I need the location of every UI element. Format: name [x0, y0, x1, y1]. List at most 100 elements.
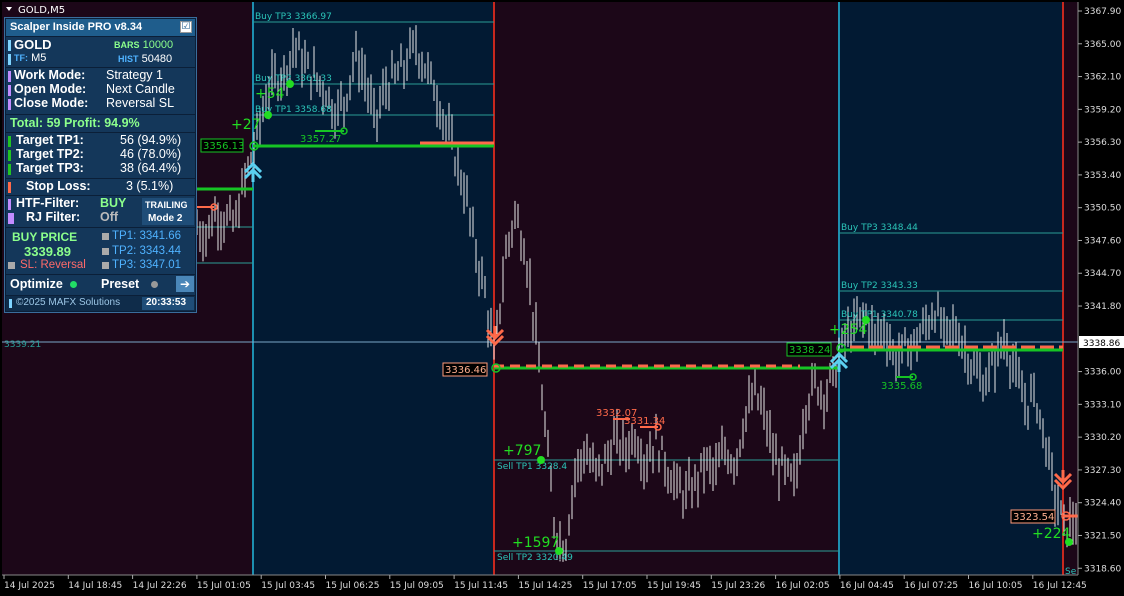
open-mode-label: Open Mode:	[14, 82, 87, 96]
time-tick-label: 15 Jul 03:45	[261, 581, 315, 591]
total-block: Total: 59 Profit: 94.9%	[6, 115, 195, 132]
stop-loss-value: 3 (5.1%)	[126, 179, 174, 193]
tp3-label: Buy TP3 3366.97	[255, 12, 332, 22]
preset-button[interactable]: Preset	[101, 277, 158, 291]
optimize-button[interactable]: Optimize	[10, 277, 78, 291]
price-block: BUY PRICE 3339.89 SL: Reversal TP1: 3341…	[6, 228, 195, 274]
marker	[8, 40, 11, 51]
htf-filter-value[interactable]: BUY	[100, 196, 126, 210]
price-tick-label: 3350.50	[1084, 204, 1121, 214]
preset-dot-icon	[150, 281, 158, 288]
panel-checkbox-icon[interactable]: ☑	[180, 21, 192, 33]
tp3-label: Target TP3:	[16, 161, 84, 175]
tp2-label: Buy TP2 3343.33	[841, 281, 918, 291]
entry-price: 3323.54	[1013, 512, 1054, 523]
panel-title-bar: Scalper Inside PRO v8.34 ☑	[6, 19, 195, 36]
stoploss-block: Stop Loss: 3 (5.1%)	[6, 179, 195, 195]
footer-block: ©2025 MAFX Solutions 20:33:53	[6, 296, 195, 311]
hist-label: HIST	[118, 54, 139, 64]
clock: 20:33:53	[146, 297, 187, 308]
mode-block: Work Mode: Strategy 1 Open Mode: Next Ca…	[6, 68, 195, 114]
tp1-label: Buy TP1 3340.78	[841, 310, 918, 320]
sell-zone	[494, 2, 839, 575]
tp-hit-dot	[286, 80, 294, 88]
targets-block: Target TP1: 56 (94.9%) Target TP2: 46 (7…	[6, 133, 195, 178]
time-tick-label: 15 Jul 09:05	[390, 581, 444, 591]
marker	[8, 54, 11, 65]
symbol-name: GOLD	[14, 37, 52, 52]
trailing-label: 3331.34	[624, 416, 665, 427]
tf-label: TF:	[14, 53, 28, 63]
price-tick-label: 3333.10	[1084, 400, 1121, 410]
bars-label: BARS	[114, 40, 140, 50]
clock-box: 20:33:53	[142, 297, 194, 310]
price-tick-label: 3367.90	[1084, 7, 1121, 17]
time-tick-label: 16 Jul 10:05	[969, 581, 1023, 591]
price-tick-label: 3359.20	[1084, 105, 1121, 115]
trailing-label: 3335.68	[881, 381, 922, 392]
htf-filter-label: HTF-Filter:	[16, 196, 80, 210]
indicator-panel[interactable]: Scalper Inside PRO v8.34 ☑ GOLD TF: M5 B…	[4, 17, 197, 313]
time-tick-label: 15 Jul 19:45	[647, 581, 701, 591]
price-tick-label: 3344.70	[1084, 269, 1121, 279]
price-tick-label: 3356.30	[1084, 138, 1121, 148]
action-block: Optimize Preset ➔	[6, 275, 195, 295]
tp1-value: 56 (94.9%)	[120, 133, 182, 147]
profit-label: +797	[503, 443, 541, 459]
hist-value: 50480	[141, 53, 173, 65]
work-mode-label: Work Mode:	[14, 68, 86, 82]
time-tick-label: 15 Jul 06:25	[326, 581, 380, 591]
time-tick-label: 15 Jul 14:25	[518, 581, 572, 591]
rj-filter-label: RJ Filter:	[26, 210, 81, 224]
bars-value: 10000	[142, 39, 174, 51]
tp1-label: Sell TP1 3328.4	[497, 462, 567, 472]
stop-loss-label: Stop Loss:	[26, 179, 91, 193]
work-mode-value[interactable]: Strategy 1	[106, 68, 163, 82]
profit-label: +27	[231, 117, 261, 133]
current-price-marker: 3339.21	[4, 340, 41, 350]
buy-price-value: 3339.89	[24, 244, 71, 259]
copyright: ©2025 MAFX Solutions	[16, 297, 121, 308]
price-tick-label: 3347.60	[1084, 236, 1121, 246]
close-mode-label: Close Mode:	[14, 96, 89, 110]
symbol-block: GOLD TF: M5 BARS 10000 HIST 50480	[6, 37, 195, 67]
price-tick-label: 3318.60	[1084, 564, 1121, 574]
time-tick-label: 15 Jul 01:05	[197, 581, 251, 591]
tp3-price: TP3: 3347.01	[112, 259, 182, 271]
time-tick-label: 16 Jul 02:05	[776, 581, 830, 591]
trailing-mode: Mode 2	[148, 213, 183, 224]
trailing-box[interactable]: TRAILING Mode 2	[142, 198, 194, 225]
tp-hit-dot	[264, 111, 272, 119]
price-tick-label: 3362.10	[1084, 73, 1121, 83]
tp2-price: TP2: 3343.44	[112, 245, 182, 257]
price-tick-label: 3341.80	[1084, 302, 1121, 312]
price-tick-label: 3353.40	[1084, 171, 1121, 181]
chart-title: GOLD,M5	[18, 5, 65, 16]
time-tick-label: 16 Jul 12:45	[1033, 581, 1087, 591]
tp2-label: Sell TP2 3320.49	[497, 553, 573, 563]
time-tick-label: 14 Jul 22:26	[133, 581, 187, 591]
time-tick-label: 16 Jul 07:25	[904, 581, 958, 591]
sl-reversal: SL: Reversal	[20, 259, 86, 271]
close-mode-value[interactable]: Reversal SL	[106, 96, 174, 110]
price-tick-label: 3321.50	[1084, 531, 1121, 541]
current-price-tag-text: 3338.86	[1083, 339, 1120, 349]
tp1-price: TP1: 3341.66	[112, 230, 182, 242]
price-tick-label: 3327.30	[1084, 466, 1121, 476]
time-tick-label: 14 Jul 2025	[4, 581, 55, 591]
tp3-label: Buy TP3 3348.44	[841, 223, 918, 233]
buy-price-label: BUY PRICE	[12, 230, 78, 244]
open-mode-value[interactable]: Next Candle	[106, 82, 175, 96]
total-profit: Total: 59 Profit: 94.9%	[10, 116, 140, 130]
time-tick-label: 15 Jul 23:26	[711, 581, 765, 591]
tp2-value: 46 (78.0%)	[120, 147, 182, 161]
price-tick-label: 3330.20	[1084, 433, 1121, 443]
tp3-value: 38 (64.4%)	[120, 161, 182, 175]
profit-label: +1597	[512, 535, 559, 551]
tp1-label: Target TP1:	[16, 133, 84, 147]
trailing-label: 3357.27	[300, 134, 341, 145]
rj-filter-value[interactable]: Off	[100, 210, 118, 224]
time-tick-label: 14 Jul 18:45	[68, 581, 122, 591]
entry-price: 3336.46	[445, 365, 486, 376]
next-arrow-icon[interactable]: ➔	[176, 276, 194, 292]
